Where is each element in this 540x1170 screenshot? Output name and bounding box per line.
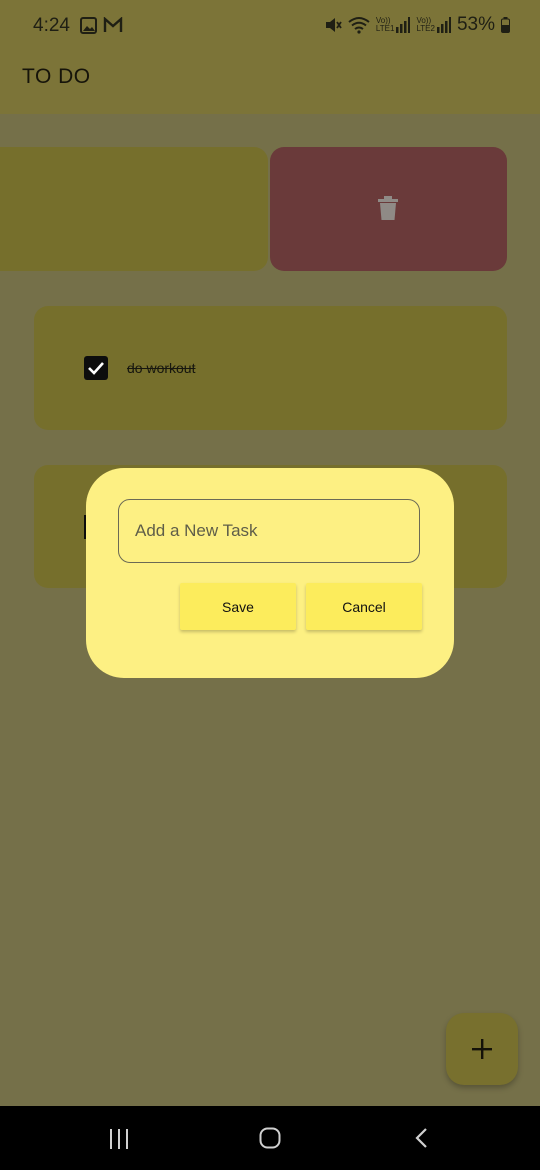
status-bar: 4:24 Vo)) LTE1 Vo)) LTE2 53%: [0, 0, 540, 52]
status-notification-icons: [80, 17, 123, 34]
task-label: do workout: [127, 360, 196, 376]
signal-lte1-icon: Vo)) LTE1: [376, 17, 411, 33]
trash-icon[interactable]: [378, 196, 398, 220]
back-icon[interactable]: [413, 1127, 431, 1149]
task-card-swiped[interactable]: [0, 147, 268, 271]
battery-icon: [501, 17, 510, 33]
save-button[interactable]: Save: [180, 583, 296, 630]
mute-icon: [325, 18, 342, 32]
cancel-button[interactable]: Cancel: [306, 583, 422, 630]
new-task-input[interactable]: [118, 499, 420, 563]
home-icon[interactable]: [259, 1127, 281, 1149]
delete-action[interactable]: [270, 147, 507, 271]
lte2-label: LTE2: [416, 24, 435, 33]
system-nav-bar: [0, 1106, 540, 1170]
task-checkbox[interactable]: [84, 356, 108, 380]
status-time: 4:24: [33, 15, 70, 36]
check-icon: [88, 362, 104, 375]
wifi-icon: [348, 17, 370, 34]
add-task-dialog: Save Cancel: [86, 468, 454, 678]
gmail-icon: [103, 17, 123, 32]
signal-lte2-icon: Vo)) LTE2: [416, 17, 451, 33]
recent-apps-icon[interactable]: [108, 1128, 130, 1150]
page-title: TO DO: [22, 65, 91, 88]
plus-icon: [472, 1039, 492, 1059]
image-icon: [80, 17, 97, 34]
add-task-fab[interactable]: [446, 1013, 518, 1085]
lte1-label: LTE1: [375, 24, 395, 33]
task-card[interactable]: do workout: [34, 306, 507, 430]
app-bar: TO DO: [0, 52, 540, 114]
status-system-icons: Vo)) LTE1 Vo)) LTE2 53%: [324, 14, 510, 36]
battery-text: 53%: [456, 14, 495, 35]
